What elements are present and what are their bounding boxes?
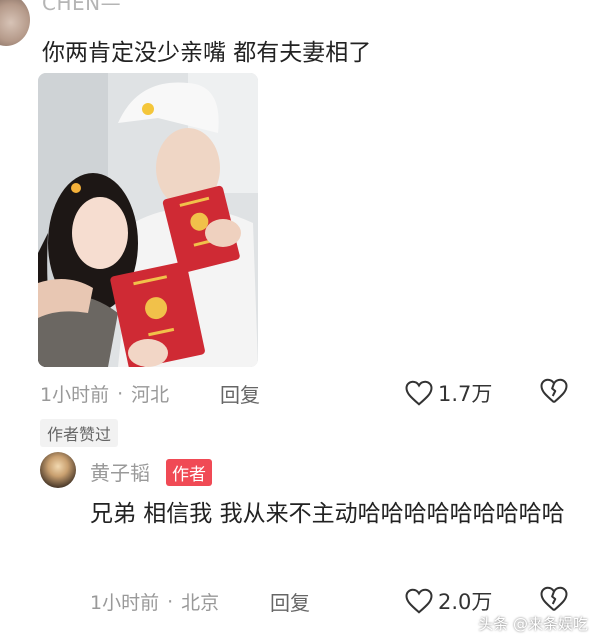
comment-photo[interactable]	[38, 73, 258, 367]
reply-avatar[interactable]	[40, 452, 76, 488]
author-badge: 作者	[166, 459, 212, 486]
reply-button[interactable]: 回复	[220, 379, 260, 408]
avatar[interactable]	[0, 0, 30, 46]
reply-username[interactable]: 黄子韬	[90, 457, 150, 486]
separator-dot: ·	[167, 590, 174, 613]
comment-time: 1小时前	[40, 384, 110, 406]
reply-label: 回复	[270, 591, 310, 615]
reply-reply-button[interactable]: 回复	[270, 587, 310, 616]
comment-text: 你两肯定没少亲嘴 都有夫妻相了	[42, 40, 372, 66]
reply-location: 北京	[181, 592, 220, 614]
watermark: 头条 @来条娱吃	[478, 615, 588, 633]
reply-meta: 1小时前 · 北京	[90, 588, 219, 615]
like-count: 1.7万	[438, 382, 493, 406]
heart-outline-icon	[404, 587, 434, 615]
broken-heart-icon[interactable]	[539, 585, 569, 613]
broken-heart-icon[interactable]	[539, 377, 569, 405]
reply-like-button[interactable]: 2.0万	[404, 586, 492, 616]
separator-dot: ·	[117, 382, 124, 405]
reply-text: 兄弟 相信我 我从来不主动哈哈哈哈哈哈哈哈哈	[90, 501, 565, 527]
like-button[interactable]: 1.7万	[404, 378, 492, 408]
comment-location: 河北	[131, 384, 170, 406]
comment-meta: 1小时前 · 河北	[40, 380, 169, 407]
heart-outline-icon	[404, 379, 434, 407]
author-liked-badge: 作者赞过	[40, 419, 119, 447]
like-count: 2.0万	[438, 590, 493, 614]
comment-thread: CHEN— 你两肯定没少亲嘴 都有夫妻相了 1小时前 · 河北 回复 1.7万 …	[0, 0, 601, 640]
reply-label: 回复	[220, 383, 260, 407]
reply-time: 1小时前	[90, 592, 160, 614]
comment-username[interactable]: CHEN—	[42, 0, 121, 15]
